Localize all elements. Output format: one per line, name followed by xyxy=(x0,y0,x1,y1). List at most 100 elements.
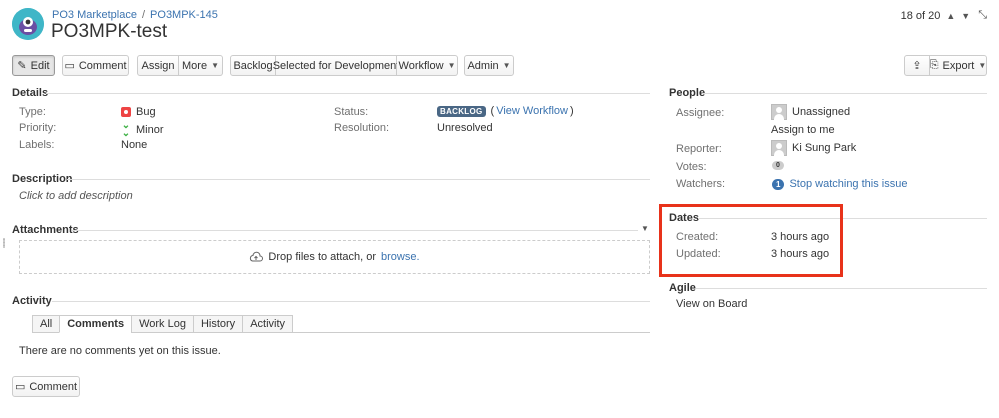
pager-count: 18 of 20 xyxy=(900,9,941,22)
labels-value[interactable]: None xyxy=(121,139,147,151)
dropzone-text: Drop files to attach, or xyxy=(268,251,377,263)
selected-for-development-label: Selected for Development xyxy=(272,59,400,72)
admin-label: Admin xyxy=(467,59,499,72)
assign-label: Assign xyxy=(141,59,175,72)
priority-value: ⌄ ⌄ Minor xyxy=(121,120,164,139)
export-button[interactable]: ⎘ Export ▼ xyxy=(930,55,987,76)
priority-label: Priority: xyxy=(19,122,57,134)
type-label: Type: xyxy=(19,106,46,118)
details-heading[interactable]: Details xyxy=(12,87,48,99)
add-comment-button[interactable]: ▭ Comment xyxy=(12,376,80,397)
backlog-label: Backlog xyxy=(233,59,273,72)
selected-for-development-button[interactable]: Selected for Development xyxy=(272,55,400,76)
votes-label: Votes: xyxy=(676,161,707,173)
people-heading[interactable]: People xyxy=(669,87,705,99)
assign-to-me-link[interactable]: Assign to me xyxy=(771,124,835,136)
next-issue-icon[interactable]: ▼ xyxy=(961,11,970,21)
speech-bubble-icon: ▭ xyxy=(14,381,26,393)
votes-count-badge: 0 xyxy=(772,161,784,170)
more-label: More xyxy=(182,59,208,72)
activity-heading[interactable]: Activity xyxy=(12,295,52,307)
speech-bubble-icon: ▭ xyxy=(64,60,75,72)
tab-comments[interactable]: Comments xyxy=(59,315,132,333)
add-comment-label: Comment xyxy=(29,380,78,393)
breadcrumb-project-link[interactable]: PO3 Marketplace xyxy=(52,9,137,21)
monster-logo-icon xyxy=(12,8,44,40)
project-avatar[interactable] xyxy=(12,8,44,40)
resolution-label: Resolution: xyxy=(334,122,390,134)
no-comments-text: There are no comments yet on this issue. xyxy=(19,345,221,357)
status-open-paren: ( xyxy=(490,105,495,117)
breadcrumb: PO3 Marketplace / PO3MPK-145 xyxy=(52,9,218,21)
drag-handle[interactable] xyxy=(3,238,5,248)
tab-activity[interactable]: Activity xyxy=(242,315,294,333)
type-value: Bug xyxy=(121,106,156,118)
export-icon: ⎘ xyxy=(929,59,939,71)
resolution-value: Unresolved xyxy=(437,122,493,134)
watchers-count-badge[interactable]: 1 xyxy=(772,178,785,190)
previous-issue-icon[interactable]: ▲ xyxy=(946,11,955,21)
reporter-value[interactable]: Ki Sung Park xyxy=(771,140,856,156)
unassigned-avatar-icon xyxy=(771,104,787,120)
stop-watching-link[interactable]: Stop watching this issue xyxy=(789,178,907,190)
backlog-button[interactable]: Backlog xyxy=(230,55,276,76)
assignee-value-text: Unassigned xyxy=(792,106,851,118)
caret-down-icon: ▼ xyxy=(447,61,456,70)
watchers-label: Watchers: xyxy=(676,178,726,190)
description-divider xyxy=(67,179,650,180)
reporter-avatar-icon xyxy=(771,140,787,156)
attachment-dropzone[interactable]: Drop files to attach, or browse. xyxy=(19,240,650,274)
attachments-options-icon[interactable]: ▼ xyxy=(641,224,649,233)
collapse-icon[interactable]: ⤡ xyxy=(978,9,987,22)
labels-label: Labels: xyxy=(19,139,55,151)
comment-button[interactable]: ▭ Comment xyxy=(62,55,129,76)
breadcrumb-issue-link[interactable]: PO3MPK-145 xyxy=(150,9,218,21)
description-placeholder[interactable]: Click to add description xyxy=(19,190,133,202)
admin-button[interactable]: Admin ▼ xyxy=(464,55,514,76)
status-badge: BACKLOG xyxy=(437,105,486,117)
watchers-value: 1 Stop watching this issue xyxy=(772,178,907,190)
share-button[interactable]: ⇪ xyxy=(904,55,930,76)
assign-button[interactable]: Assign xyxy=(137,55,179,76)
assignee-label: Assignee: xyxy=(676,107,725,119)
details-divider xyxy=(46,93,650,94)
cloud-upload-icon xyxy=(250,251,264,262)
attachments-heading[interactable]: Attachments xyxy=(12,224,79,236)
issue-toolbar: ✎ Edit ▭ Comment Assign More ▼ Backlog S… xyxy=(12,55,987,77)
type-value-text: Bug xyxy=(136,106,156,118)
caret-down-icon: ▼ xyxy=(502,61,511,70)
status-value: BACKLOG (View Workflow) xyxy=(437,105,574,117)
agile-heading[interactable]: Agile xyxy=(669,282,696,294)
agile-divider xyxy=(696,288,987,289)
page-title: PO3MPK-test xyxy=(51,21,168,42)
tab-history[interactable]: History xyxy=(192,315,243,333)
votes-value[interactable]: 0 xyxy=(772,161,784,170)
reporter-label: Reporter: xyxy=(676,143,722,155)
assignee-value[interactable]: Unassigned xyxy=(771,104,850,120)
activity-tabs: All Comments Work Log History Activity xyxy=(32,315,294,333)
comment-label: Comment xyxy=(78,59,127,72)
edit-button[interactable]: ✎ Edit xyxy=(12,55,55,76)
view-on-board-link[interactable]: View on Board xyxy=(676,298,747,310)
tab-all[interactable]: All xyxy=(32,315,60,333)
more-button[interactable]: More ▼ xyxy=(179,55,223,76)
issue-pager: 18 of 20 ▲ ▼ ⤡ xyxy=(901,9,987,22)
workflow-button[interactable]: Workflow ▼ xyxy=(397,55,458,76)
view-workflow-link[interactable]: View Workflow xyxy=(496,105,568,117)
status-label: Status: xyxy=(334,106,369,118)
pencil-icon: ✎ xyxy=(17,60,27,72)
tab-work-log[interactable]: Work Log xyxy=(131,315,193,333)
browse-link[interactable]: browse. xyxy=(381,251,420,263)
workflow-label: Workflow xyxy=(398,59,444,72)
export-label: Export xyxy=(942,59,975,72)
caret-down-icon: ▼ xyxy=(978,61,987,70)
caret-down-icon: ▼ xyxy=(211,61,219,70)
minor-priority-icon: ⌄ ⌄ xyxy=(121,120,131,139)
description-heading[interactable]: Description xyxy=(12,173,73,185)
people-divider xyxy=(702,93,987,94)
bug-icon xyxy=(121,107,131,117)
status-close-paren: ) xyxy=(569,105,574,117)
priority-value-text: Minor xyxy=(136,124,164,136)
activity-divider xyxy=(52,301,650,302)
dates-highlight-annotation xyxy=(659,204,843,277)
